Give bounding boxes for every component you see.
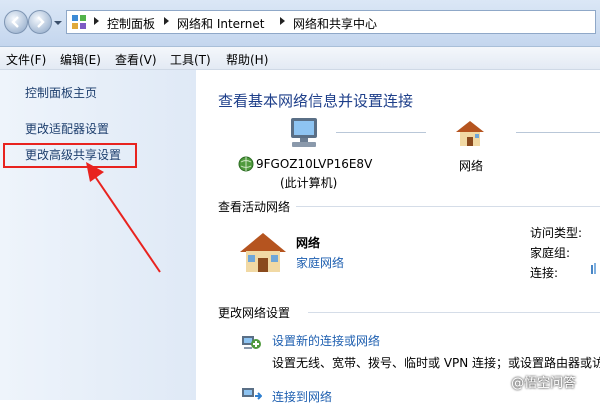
control-panel-icon xyxy=(72,15,86,29)
arrow-right-icon xyxy=(37,16,45,28)
setup-new-connection-link[interactable]: 设置新的连接或网络 xyxy=(272,332,380,349)
setup-connection-icon xyxy=(242,336,261,349)
connection-signal-icon[interactable] xyxy=(590,263,598,275)
breadcrumb-separator-icon[interactable] xyxy=(93,16,101,26)
page-title: 查看基本网络信息并设置连接 xyxy=(218,92,414,110)
computer-name: 9FGOZ10LVP16E8V xyxy=(256,157,373,171)
menu-view[interactable]: 查看(V) xyxy=(115,51,157,68)
computer-sublabel: (此计算机) xyxy=(280,176,338,190)
network-type-link[interactable]: 家庭网络 xyxy=(296,254,344,271)
breadcrumb-sharing-center[interactable]: 网络和共享中心 xyxy=(293,15,377,32)
breadcrumb-separator-icon[interactable] xyxy=(163,16,171,26)
section-divider xyxy=(308,312,600,313)
active-network-name: 网络 xyxy=(296,236,321,250)
menu-bar: 文件(F) 编辑(E) 查看(V) 工具(T) 帮助(H) xyxy=(0,47,600,70)
menu-file[interactable]: 文件(F) xyxy=(6,51,46,68)
active-networks-heading: 查看活动网络 xyxy=(218,198,295,215)
access-type-label: 访问类型: xyxy=(530,226,583,240)
change-settings-heading: 更改网络设置 xyxy=(218,304,295,321)
arrow-left-icon xyxy=(11,16,19,28)
home-network-icon xyxy=(240,233,286,272)
section-divider xyxy=(296,206,600,207)
change-adapter-settings-link[interactable]: 更改适配器设置 xyxy=(25,120,109,137)
setup-description: 设置无线、宽带、拨号、临时或 VPN 连接；或设置路由器或访 xyxy=(272,356,600,370)
address-box[interactable]: 控制面板 网络和 Internet 网络和共享中心 xyxy=(66,10,596,34)
main-content: 查看基本网络信息并设置连接 9FGOZ10LVP16E8V (此计算机) 网络 … xyxy=(196,70,600,404)
menu-tools[interactable]: 工具(T) xyxy=(170,51,211,68)
network-globe-icon xyxy=(238,156,254,172)
homegroup-label: 家庭组: xyxy=(530,246,571,260)
watermark-text: @悟空问答 xyxy=(511,376,577,391)
chat-bubble-logo-icon xyxy=(487,374,503,391)
breadcrumb-network-internet[interactable]: 网络和 Internet xyxy=(177,15,264,32)
network-map-label: 网络 xyxy=(459,159,484,173)
computer-icon xyxy=(291,118,317,147)
forward-button[interactable] xyxy=(28,10,52,34)
house-network-icon xyxy=(456,121,484,146)
address-bar: 控制面板 网络和 Internet 网络和共享中心 xyxy=(0,0,600,47)
menu-help[interactable]: 帮助(H) xyxy=(226,51,268,68)
control-panel-home-link[interactable]: 控制面板主页 xyxy=(25,84,97,101)
breadcrumb-control-panel[interactable]: 控制面板 xyxy=(107,15,155,32)
menu-edit[interactable]: 编辑(E) xyxy=(60,51,101,68)
annotation-arrow xyxy=(86,162,161,273)
watermark: @悟空问答 xyxy=(486,372,576,394)
connection-line xyxy=(516,132,600,133)
breadcrumb-separator-icon[interactable] xyxy=(279,16,287,26)
connection-label: 连接: xyxy=(530,266,559,280)
recent-pages-dropdown-icon[interactable] xyxy=(54,19,62,27)
connection-line xyxy=(336,132,426,133)
back-button[interactable] xyxy=(4,10,28,34)
connect-to-network-link[interactable]: 连接到网络 xyxy=(272,388,332,405)
